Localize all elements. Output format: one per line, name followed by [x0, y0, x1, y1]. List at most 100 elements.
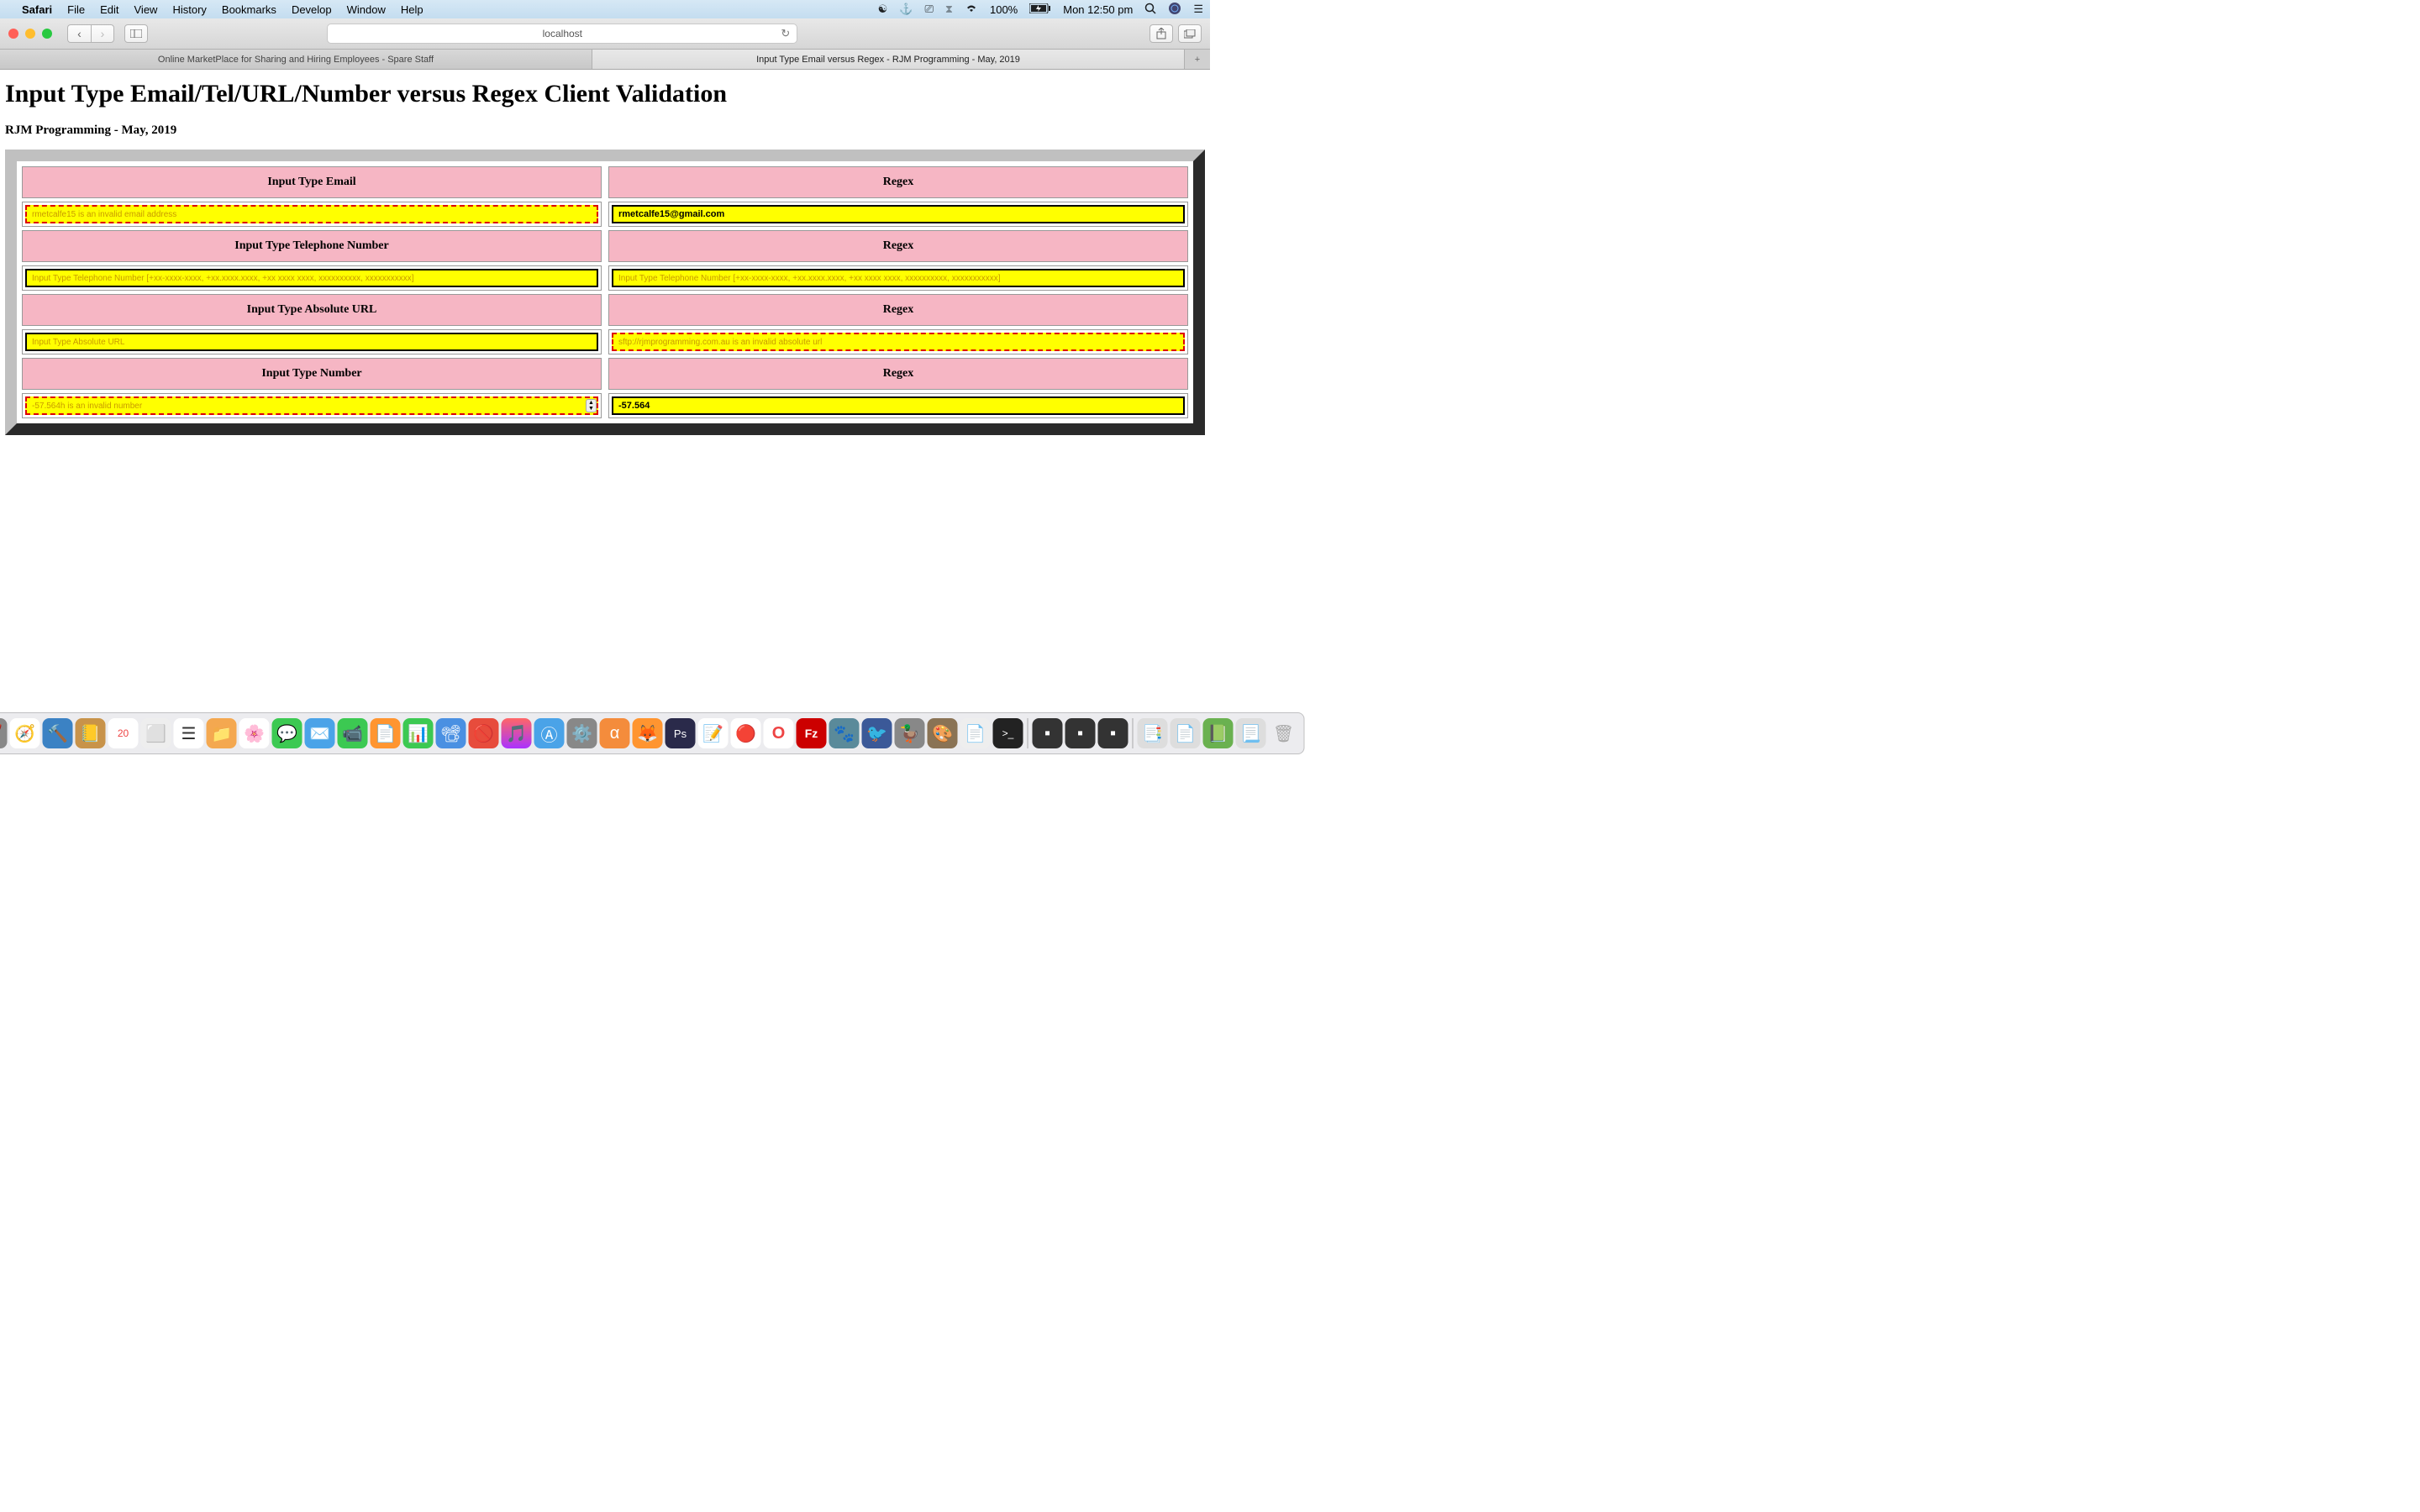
reload-icon[interactable]: ↻: [781, 27, 790, 40]
minimize-window-button[interactable]: [25, 29, 35, 39]
facetime-icon[interactable]: 📹: [338, 718, 368, 748]
share-button[interactable]: [1150, 24, 1173, 43]
appstore-icon[interactable]: Ⓐ: [534, 718, 565, 748]
tabs-button[interactable]: [1178, 24, 1202, 43]
validation-table: Input Type Email Regex Input Type Teleph…: [5, 150, 1205, 435]
macos-dock: 🙂 ◉ 🚀 🧭 🔨 📒 20 ⬜ ☰ 📁 🌸 💬 ✉️ 📹 📄 📊 📽 🚫 🎵 …: [0, 712, 1305, 754]
dock-folder[interactable]: ▪: [1098, 718, 1128, 748]
url-text: localhost: [543, 28, 582, 39]
app-icon[interactable]: 🚫: [469, 718, 499, 748]
menu-history[interactable]: History: [172, 3, 206, 16]
launchpad-icon[interactable]: 🚀: [0, 718, 8, 748]
tab-inactive[interactable]: Online MarketPlace for Sharing and Hirin…: [0, 50, 592, 69]
tab-active[interactable]: Input Type Email versus Regex - RJM Prog…: [592, 50, 1185, 69]
photoshop-icon[interactable]: Ps: [666, 718, 696, 748]
notification-center-icon[interactable]: ☰: [1193, 3, 1203, 16]
page-title: Input Type Email/Tel/URL/Number versus R…: [5, 80, 1205, 108]
gimp-icon[interactable]: 🎨: [928, 718, 958, 748]
header-regex-number: Regex: [608, 358, 1188, 390]
dock-stack[interactable]: 📄: [1171, 718, 1201, 748]
battery-percent[interactable]: 100%: [990, 3, 1018, 16]
sidebar-button[interactable]: [124, 24, 148, 43]
numbers-icon[interactable]: 📊: [403, 718, 434, 748]
input-email-native[interactable]: [25, 205, 598, 223]
dock-stack[interactable]: 📃: [1236, 718, 1266, 748]
reminders-icon[interactable]: ☰: [174, 718, 204, 748]
number-stepper[interactable]: ▲▼: [586, 399, 597, 412]
app-icon[interactable]: 🦆: [895, 718, 925, 748]
input-url-native[interactable]: [25, 333, 598, 351]
mail-icon[interactable]: ✉️: [305, 718, 335, 748]
spotlight-icon[interactable]: [1144, 3, 1156, 17]
keynote-icon[interactable]: 📽: [436, 718, 466, 748]
header-number: Input Type Number: [22, 358, 602, 390]
opera-icon[interactable]: O: [764, 718, 794, 748]
menu-file[interactable]: File: [67, 3, 85, 16]
forward-button[interactable]: ›: [91, 24, 114, 43]
input-tel-regex[interactable]: [612, 269, 1185, 287]
menu-edit[interactable]: Edit: [100, 3, 118, 16]
wifi-icon[interactable]: [965, 3, 978, 16]
bluetooth-icon[interactable]: ⧗: [945, 3, 953, 16]
messages-icon[interactable]: 💬: [272, 718, 302, 748]
firefox-icon[interactable]: 🦊: [633, 718, 663, 748]
page-subtitle: RJM Programming - May, 2019: [5, 123, 1205, 138]
app-icon[interactable]: ⬜: [141, 718, 171, 748]
app-icon[interactable]: 📁: [207, 718, 237, 748]
safari-toolbar: ‹ › localhost ↻: [0, 18, 1210, 50]
close-window-button[interactable]: [8, 29, 18, 39]
thunderbird-icon[interactable]: 🐦: [862, 718, 892, 748]
chrome-icon[interactable]: 🔴: [731, 718, 761, 748]
app-icon[interactable]: 🐾: [829, 718, 860, 748]
maximize-window-button[interactable]: [42, 29, 52, 39]
battery-icon: [1029, 3, 1051, 16]
airplay-icon[interactable]: ⎚: [924, 3, 933, 16]
pages-icon[interactable]: 📄: [371, 718, 401, 748]
dock-folder[interactable]: ▪: [1033, 718, 1063, 748]
header-url: Input Type Absolute URL: [22, 294, 602, 326]
filezilla-icon[interactable]: Fz: [797, 718, 827, 748]
input-number-native[interactable]: [25, 396, 598, 415]
terminal-icon[interactable]: >_: [993, 718, 1023, 748]
page-content: Input Type Email/Tel/URL/Number versus R…: [0, 70, 1210, 445]
calendar-icon[interactable]: 20: [108, 718, 139, 748]
menu-window[interactable]: Window: [347, 3, 386, 16]
app-menu[interactable]: Safari: [22, 3, 52, 16]
new-tab-button[interactable]: +: [1185, 50, 1210, 69]
app-icon[interactable]: 📄: [960, 718, 991, 748]
trash-icon[interactable]: 🗑: [1269, 718, 1299, 748]
menu-bookmarks[interactable]: Bookmarks: [222, 3, 276, 16]
header-regex-url: Regex: [608, 294, 1188, 326]
tab-bar: Online MarketPlace for Sharing and Hirin…: [0, 50, 1210, 70]
window-controls: [8, 29, 52, 39]
status-icon[interactable]: ⚓: [899, 3, 913, 16]
menu-help[interactable]: Help: [401, 3, 424, 16]
menu-develop[interactable]: Develop: [292, 3, 332, 16]
status-icon[interactable]: ☯: [878, 3, 888, 16]
settings-icon[interactable]: ⚙️: [567, 718, 597, 748]
header-regex-tel: Regex: [608, 230, 1188, 262]
address-bar[interactable]: localhost ↻: [327, 24, 797, 44]
menu-view[interactable]: View: [134, 3, 158, 16]
input-email-regex[interactable]: [612, 205, 1185, 223]
contacts-icon[interactable]: 📒: [76, 718, 106, 748]
input-url-regex[interactable]: [612, 333, 1185, 351]
dock-separator: [1133, 718, 1134, 748]
back-button[interactable]: ‹: [67, 24, 91, 43]
app-icon[interactable]: 📝: [698, 718, 729, 748]
app-icon[interactable]: α: [600, 718, 630, 748]
dock-stack[interactable]: 📑: [1138, 718, 1168, 748]
header-tel: Input Type Telephone Number: [22, 230, 602, 262]
clock[interactable]: Mon 12:50 pm: [1063, 3, 1133, 16]
dock-folder[interactable]: ▪: [1065, 718, 1096, 748]
header-regex-email: Regex: [608, 166, 1188, 198]
safari-dock-icon[interactable]: 🧭: [10, 718, 40, 748]
input-tel-native[interactable]: [25, 269, 598, 287]
photos-icon[interactable]: 🌸: [239, 718, 270, 748]
dock-stack[interactable]: 📗: [1203, 718, 1234, 748]
header-email: Input Type Email: [22, 166, 602, 198]
itunes-icon[interactable]: 🎵: [502, 718, 532, 748]
siri-icon[interactable]: [1168, 2, 1181, 18]
xcode-icon[interactable]: 🔨: [43, 718, 73, 748]
input-number-regex[interactable]: [612, 396, 1185, 415]
